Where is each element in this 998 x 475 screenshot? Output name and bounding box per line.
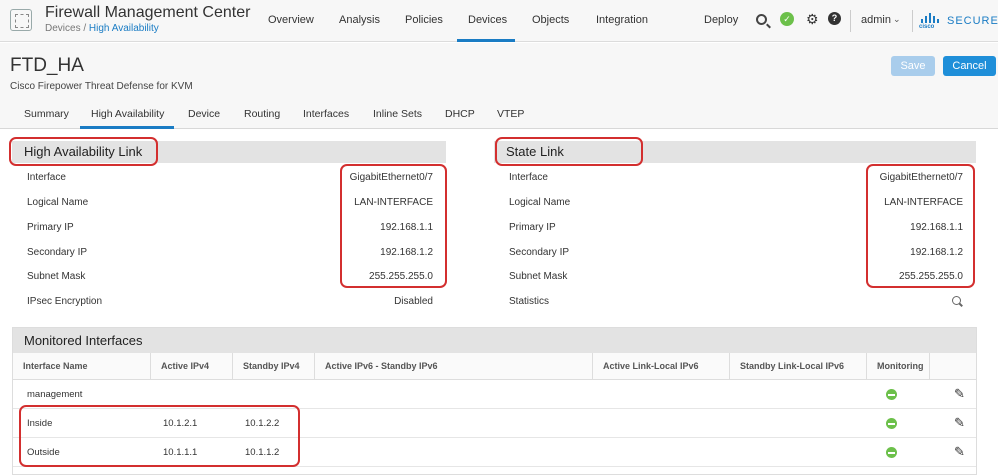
edit-icon[interactable]: ✎ — [954, 386, 965, 402]
tab-dhcp[interactable]: DHCP — [445, 108, 475, 120]
nav-divider — [912, 10, 913, 32]
ha-row-value: LAN-INTERFACE — [354, 197, 433, 208]
breadcrumb-high-availability[interactable]: High Availability — [89, 23, 159, 34]
interface-name: Inside — [27, 418, 53, 429]
tab-vtep[interactable]: VTEP — [497, 108, 524, 120]
nav-integration[interactable]: Integration — [596, 14, 648, 26]
nav-devices[interactable]: Devices — [468, 14, 507, 26]
cancel-button[interactable]: Cancel — [943, 56, 996, 76]
tab-inline-sets[interactable]: Inline Sets — [373, 108, 422, 120]
monitoring-enabled-icon — [886, 447, 897, 458]
nav-divider — [850, 10, 851, 32]
col-interface-name[interactable]: Interface Name — [13, 353, 151, 380]
table-row: Inside 10.1.2.1 10.1.2.2 ✎ — [13, 409, 976, 438]
state-row-label: Logical Name — [509, 197, 571, 208]
user-menu[interactable]: admin — [861, 14, 891, 26]
nav-policies[interactable]: Policies — [405, 14, 443, 26]
interface-name: Outside — [27, 447, 60, 458]
monitoring-enabled-icon — [886, 418, 897, 429]
status-ok-icon[interactable]: ✓ — [780, 12, 794, 26]
interface-name: management — [27, 389, 83, 400]
nav-active-indicator — [457, 39, 515, 42]
state-row-label: Subnet Mask — [509, 271, 568, 282]
ha-row-label: Subnet Mask — [27, 271, 86, 282]
page-header: FTD_HA Cisco Firepower Threat Defense fo… — [0, 43, 998, 129]
col-standby-ipv4[interactable]: Standby IPv4 — [233, 353, 315, 380]
tab-routing[interactable]: Routing — [244, 108, 280, 120]
nav-overview[interactable]: Overview — [268, 14, 314, 26]
search-icon[interactable] — [756, 14, 767, 25]
breadcrumb: Devices / High Availability — [45, 23, 159, 34]
active-ipv4: 10.1.1.1 — [163, 447, 198, 458]
state-link-header: State Link — [494, 141, 976, 163]
statistics-search-icon[interactable] — [952, 296, 961, 305]
col-actions — [930, 353, 976, 380]
gear-icon[interactable]: ⚙ — [806, 12, 820, 26]
cisco-wordmark: cisco — [919, 24, 935, 30]
monitored-interfaces-panel: Monitored Interfaces Interface Name Acti… — [12, 327, 977, 475]
nav-analysis[interactable]: Analysis — [339, 14, 380, 26]
monitoring-enabled-icon — [886, 389, 897, 400]
state-row-label: Statistics — [509, 296, 550, 307]
deploy-button[interactable]: Deploy — [704, 14, 738, 26]
ha-row-value: 192.168.1.2 — [380, 247, 433, 258]
state-row-value: 192.168.1.1 — [910, 222, 963, 233]
device-tabs: Summary High Availability Device Routing… — [0, 107, 998, 129]
fmc-logo-icon[interactable] — [10, 9, 32, 31]
state-row-value: GigabitEthernet0/7 — [879, 172, 963, 183]
breadcrumb-devices[interactable]: Devices — [45, 23, 81, 34]
tab-active-indicator — [80, 126, 174, 129]
ha-row-label: Interface — [27, 172, 66, 183]
app-title: Firewall Management Center — [45, 4, 251, 21]
ha-row-label: Primary IP — [27, 222, 74, 233]
ha-row-value: GigabitEthernet0/7 — [349, 172, 433, 183]
state-row-value: LAN-INTERFACE — [884, 197, 963, 208]
col-monitoring[interactable]: Monitoring — [867, 353, 930, 380]
brand-secure: SECURE — [947, 15, 998, 27]
standby-ipv4: 10.1.2.2 — [245, 418, 280, 429]
ha-row-value: 192.168.1.1 — [380, 222, 433, 233]
edit-icon[interactable]: ✎ — [954, 415, 965, 431]
tab-summary[interactable]: Summary — [24, 108, 69, 120]
state-row-value: 255.255.255.0 — [899, 271, 963, 282]
cisco-logo-icon — [921, 13, 941, 23]
tab-high-availability[interactable]: High Availability — [91, 108, 164, 120]
chevron-down-icon[interactable]: ⌄ — [893, 14, 901, 25]
state-row-label: Secondary IP — [509, 247, 570, 258]
top-nav: Firewall Management Center Devices / Hig… — [0, 0, 998, 42]
col-active-ipv4[interactable]: Active IPv4 — [151, 353, 233, 380]
state-row-label: Primary IP — [509, 222, 556, 233]
breadcrumb-separator: / — [80, 23, 89, 34]
device-title: FTD_HA — [10, 55, 84, 76]
ha-row-value: 255.255.255.0 — [369, 271, 433, 282]
monitored-interfaces-header: Monitored Interfaces — [13, 328, 976, 353]
tab-device[interactable]: Device — [188, 108, 220, 120]
tab-interfaces[interactable]: Interfaces — [303, 108, 349, 120]
col-standby-link-local[interactable]: Standby Link-Local IPv6 — [730, 353, 867, 380]
ha-row-value: Disabled — [394, 296, 433, 307]
table-row: management ✎ — [13, 380, 976, 409]
state-row-label: Interface — [509, 172, 548, 183]
standby-ipv4: 10.1.1.2 — [245, 447, 280, 458]
active-ipv4: 10.1.2.1 — [163, 418, 198, 429]
ha-row-label: Secondary IP — [27, 247, 88, 258]
ha-row-label: IPsec Encryption — [27, 296, 103, 307]
help-icon[interactable]: ? — [828, 12, 841, 25]
edit-icon[interactable]: ✎ — [954, 444, 965, 460]
state-row-value: 192.168.1.2 — [910, 247, 963, 258]
col-ipv6[interactable]: Active IPv6 - Standby IPv6 — [315, 353, 593, 380]
table-row: Outside 10.1.1.1 10.1.1.2 ✎ — [13, 438, 976, 467]
nav-objects[interactable]: Objects — [532, 14, 569, 26]
col-active-link-local[interactable]: Active Link-Local IPv6 — [593, 353, 730, 380]
ha-link-header: High Availability Link — [12, 141, 446, 163]
device-subtitle: Cisco Firepower Threat Defense for KVM — [10, 81, 193, 92]
save-button[interactable]: Save — [891, 56, 935, 76]
ha-row-label: Logical Name — [27, 197, 89, 208]
